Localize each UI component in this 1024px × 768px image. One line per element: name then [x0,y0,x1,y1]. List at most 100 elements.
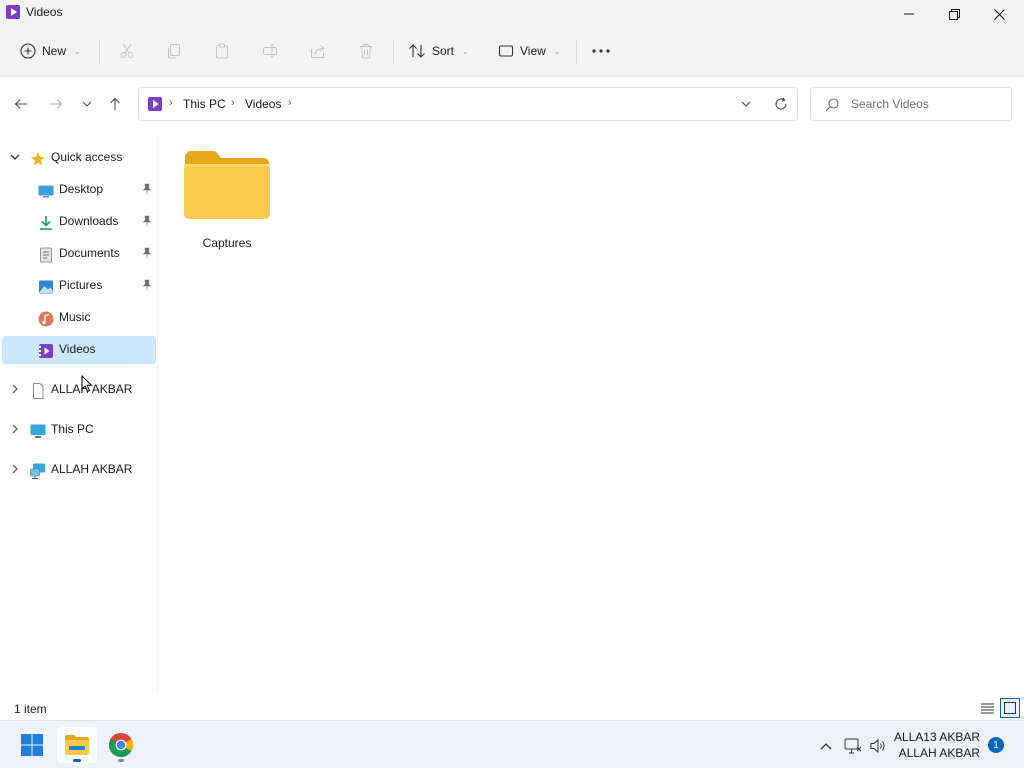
cut-button[interactable] [117,41,137,61]
chevron-right-icon[interactable] [10,464,20,474]
search-input[interactable]: Search Videos [851,97,929,111]
volume-icon [870,738,885,754]
chevron-right-icon: › [231,97,235,109]
title-bar: Videos [0,0,1024,28]
separator [393,40,394,64]
folder-icon [184,151,270,219]
sidebar-item-videos[interactable]: Videos [2,336,156,364]
view-icon [498,45,514,57]
arrow-left-icon [14,99,27,109]
pin-icon[interactable] [142,247,152,259]
sidebar-item-label: Music [59,310,91,324]
details-view-icon [980,703,994,713]
sidebar-item-label: This PC [51,422,94,436]
chevron-down-icon: ⌄ [462,46,469,56]
new-label: New [42,44,67,58]
pin-icon[interactable] [142,215,152,227]
address-bar[interactable]: › This PC › Videos › [138,87,798,121]
copy-button[interactable] [164,41,184,61]
chevron-right-icon[interactable] [10,384,20,394]
chevron-right-icon[interactable] [10,424,20,434]
separator [99,40,100,64]
chevron-down-icon [82,101,92,107]
share-button[interactable] [308,41,328,61]
sidebar-item-label: Quick access [51,150,123,164]
network-status-button[interactable] [844,737,862,755]
paste-button[interactable] [212,41,232,61]
sidebar-item-drive[interactable]: ALLAH AKBAR [2,376,156,404]
breadcrumb-videos[interactable]: Videos [245,97,281,111]
forward-button[interactable] [45,93,67,115]
clock-line-2: ALLAH AKBAR [898,746,980,760]
recent-locations-button[interactable] [76,93,98,115]
show-hidden-icons-button[interactable] [817,737,835,755]
sidebar-item-documents[interactable]: Documents [2,240,156,268]
more-options-button[interactable] [591,41,611,61]
pane-divider[interactable] [157,138,158,693]
refresh-icon[interactable] [774,97,788,111]
pictures-icon [39,280,53,294]
chevron-right-icon: › [169,97,173,109]
videos-icon [39,344,53,358]
back-button[interactable] [10,93,32,115]
pin-icon[interactable] [142,279,152,291]
sidebar-item-music[interactable]: Music [2,304,156,332]
sidebar-item-quick-access[interactable]: Quick access [2,144,156,172]
network-icon [30,463,45,479]
minimize-button[interactable] [886,0,932,28]
view-label: View [520,44,546,58]
this-pc-icon [30,424,46,438]
plus-circle-icon [20,43,36,59]
sidebar-item-label: Pictures [59,278,103,292]
notification-badge[interactable]: 1 [988,737,1004,753]
chevron-down-icon[interactable] [10,152,20,162]
new-button[interactable]: New ⌄ [20,38,81,64]
arrow-right-icon [50,99,63,109]
large-icons-view-button[interactable] [1000,698,1020,718]
delete-button[interactable] [356,41,376,61]
folder-item[interactable]: Captures [182,150,272,260]
clock[interactable]: ALLA13 AKBAR ALLAH AKBAR [894,729,980,761]
up-button[interactable] [104,93,126,115]
chevron-down-icon[interactable] [741,101,751,107]
file-explorer-icon [65,735,89,755]
close-icon [993,8,1005,20]
sort-label: Sort [432,44,455,58]
pin-icon[interactable] [142,183,152,195]
close-button[interactable] [976,0,1022,28]
volume-button[interactable] [869,737,887,755]
sidebar-item-desktop[interactable]: Desktop [2,176,156,204]
rename-button[interactable] [260,41,280,61]
taskbar: ALLA13 AKBAR ALLAH AKBAR 1 [0,720,1024,768]
view-button[interactable]: View ⌄ [498,38,561,64]
command-bar: New ⌄ Sort ⌄ View ⌄ [0,28,1024,77]
videos-icon [6,5,20,19]
maximize-icon [948,8,960,20]
taskbar-chrome[interactable] [101,727,141,763]
sidebar-item-downloads[interactable]: Downloads [2,208,156,236]
sidebar-item-label: ALLAH AKBAR [51,462,133,476]
running-indicator [118,759,124,762]
sidebar-item-label: Downloads [59,214,119,228]
music-icon [38,311,54,327]
taskbar-file-explorer[interactable] [57,727,97,763]
details-view-button[interactable] [977,698,997,718]
start-button[interactable] [12,727,52,763]
breadcrumb-this-pc[interactable]: This PC [183,97,226,111]
drive-icon [33,383,44,399]
star-icon [31,152,45,166]
sort-button[interactable]: Sort ⌄ [408,38,469,64]
maximize-button[interactable] [931,0,977,28]
separator [576,40,577,64]
chevron-down-icon: ⌄ [74,46,81,56]
search-icon [825,98,839,112]
chrome-icon [108,733,134,758]
sidebar-item-this-pc[interactable]: This PC [2,416,156,444]
search-box[interactable]: Search Videos [810,87,1012,121]
sidebar-item-network[interactable]: ALLAH AKBAR [2,456,156,484]
sidebar-item-label: Documents [59,246,120,260]
documents-icon [40,247,52,263]
paste-icon [216,43,228,59]
sidebar-item-pictures[interactable]: Pictures [2,272,156,300]
desktop-icon [38,185,54,198]
